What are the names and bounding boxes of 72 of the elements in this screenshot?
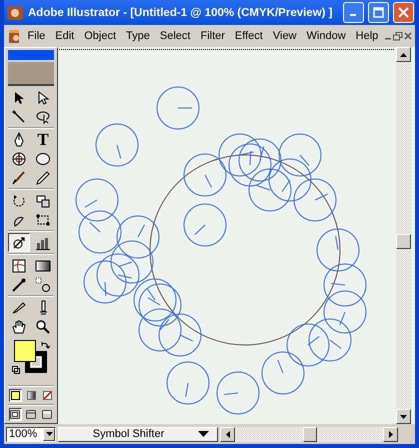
standard-screen-icon — [10, 410, 20, 419]
gradient-mode-icon — [26, 391, 36, 400]
close-icon — [404, 32, 412, 40]
scroll-down-button[interactable] — [396, 409, 411, 424]
document-restore-button[interactable] — [393, 29, 404, 43]
full-screen-menu-icon — [26, 410, 36, 419]
hand-icon — [11, 318, 27, 335]
caret-icon — [198, 431, 209, 437]
up-arrow-icon — [400, 52, 407, 56]
scroll-right-button[interactable] — [383, 426, 398, 442]
knife-icon — [11, 300, 27, 316]
zoom-icon — [35, 318, 51, 335]
pencil-icon — [35, 170, 51, 186]
minimize-button[interactable] — [343, 2, 364, 23]
down-arrow-icon — [400, 414, 407, 418]
caret-icon — [46, 432, 52, 436]
mode-button[interactable] — [24, 389, 38, 402]
swap-arrow-icon — [41, 341, 50, 350]
left-arrow-icon — [226, 430, 230, 438]
menu-item[interactable]: File — [22, 28, 50, 44]
tool-button[interactable] — [8, 233, 30, 252]
mode-button[interactable] — [24, 408, 38, 421]
zoom-dropdown-button[interactable] — [43, 428, 55, 440]
fill-swatch[interactable] — [14, 340, 36, 362]
full-screen-icon — [42, 410, 52, 419]
mode-button[interactable] — [40, 408, 54, 421]
status-dropdown[interactable]: Symbol Shifter — [58, 426, 218, 442]
scroll-thumb[interactable] — [396, 234, 411, 249]
scroll-thumb[interactable] — [303, 426, 317, 442]
right-arrow-icon — [388, 430, 392, 438]
zoom-value: 100% — [8, 428, 38, 440]
eyedropper-icon — [11, 276, 27, 293]
polar-grid-icon — [11, 150, 27, 167]
menu-item[interactable]: Object — [79, 28, 122, 44]
mode-button[interactable] — [8, 389, 22, 402]
lasso-icon — [35, 108, 51, 125]
menu-item[interactable]: Help — [350, 28, 384, 44]
menu-item[interactable]: Select — [154, 28, 196, 44]
zoom-field[interactable]: 100% — [6, 426, 56, 442]
menu-item[interactable]: View — [268, 28, 302, 44]
menu-item[interactable]: Edit — [50, 28, 80, 44]
rotate-icon — [11, 192, 27, 209]
app-icon — [6, 4, 24, 20]
photo-placeholder — [8, 62, 54, 86]
tool-button[interactable]: T — [32, 130, 54, 150]
mode-button[interactable] — [8, 408, 22, 421]
menu-item[interactable]: Type — [121, 28, 155, 44]
document-icon — [8, 28, 19, 44]
magic-wand-icon — [11, 108, 27, 125]
mesh-icon — [11, 258, 27, 274]
close-button[interactable] — [393, 2, 414, 23]
maximize-icon — [373, 7, 384, 18]
restore-icon — [393, 32, 404, 40]
maximize-button[interactable] — [368, 2, 389, 23]
default-colors-icon — [12, 366, 20, 374]
paintbrush-icon — [11, 170, 27, 186]
ellipse-icon — [35, 150, 51, 167]
symbol-shifter-icon — [11, 234, 27, 251]
gradient-icon — [35, 258, 51, 274]
bounding-box-icon — [35, 212, 51, 228]
stroke-swatch[interactable] — [25, 351, 47, 374]
blend-icon — [35, 276, 51, 293]
color-mode-icon — [10, 391, 20, 400]
close-icon — [398, 7, 409, 18]
scroll-left-button[interactable] — [220, 426, 235, 442]
window-title: Adobe Illustrator - [Untitled-1 @ 100% (CMYK/Preview) ] — [28, 6, 334, 18]
no-paint-icon — [42, 391, 52, 400]
scroll-up-button[interactable] — [396, 47, 411, 62]
menu-item[interactable]: Window — [302, 28, 351, 44]
menu-item[interactable]: Filter — [195, 28, 230, 44]
menu-item[interactable]: Effect — [230, 28, 268, 44]
scale-icon — [35, 192, 51, 209]
